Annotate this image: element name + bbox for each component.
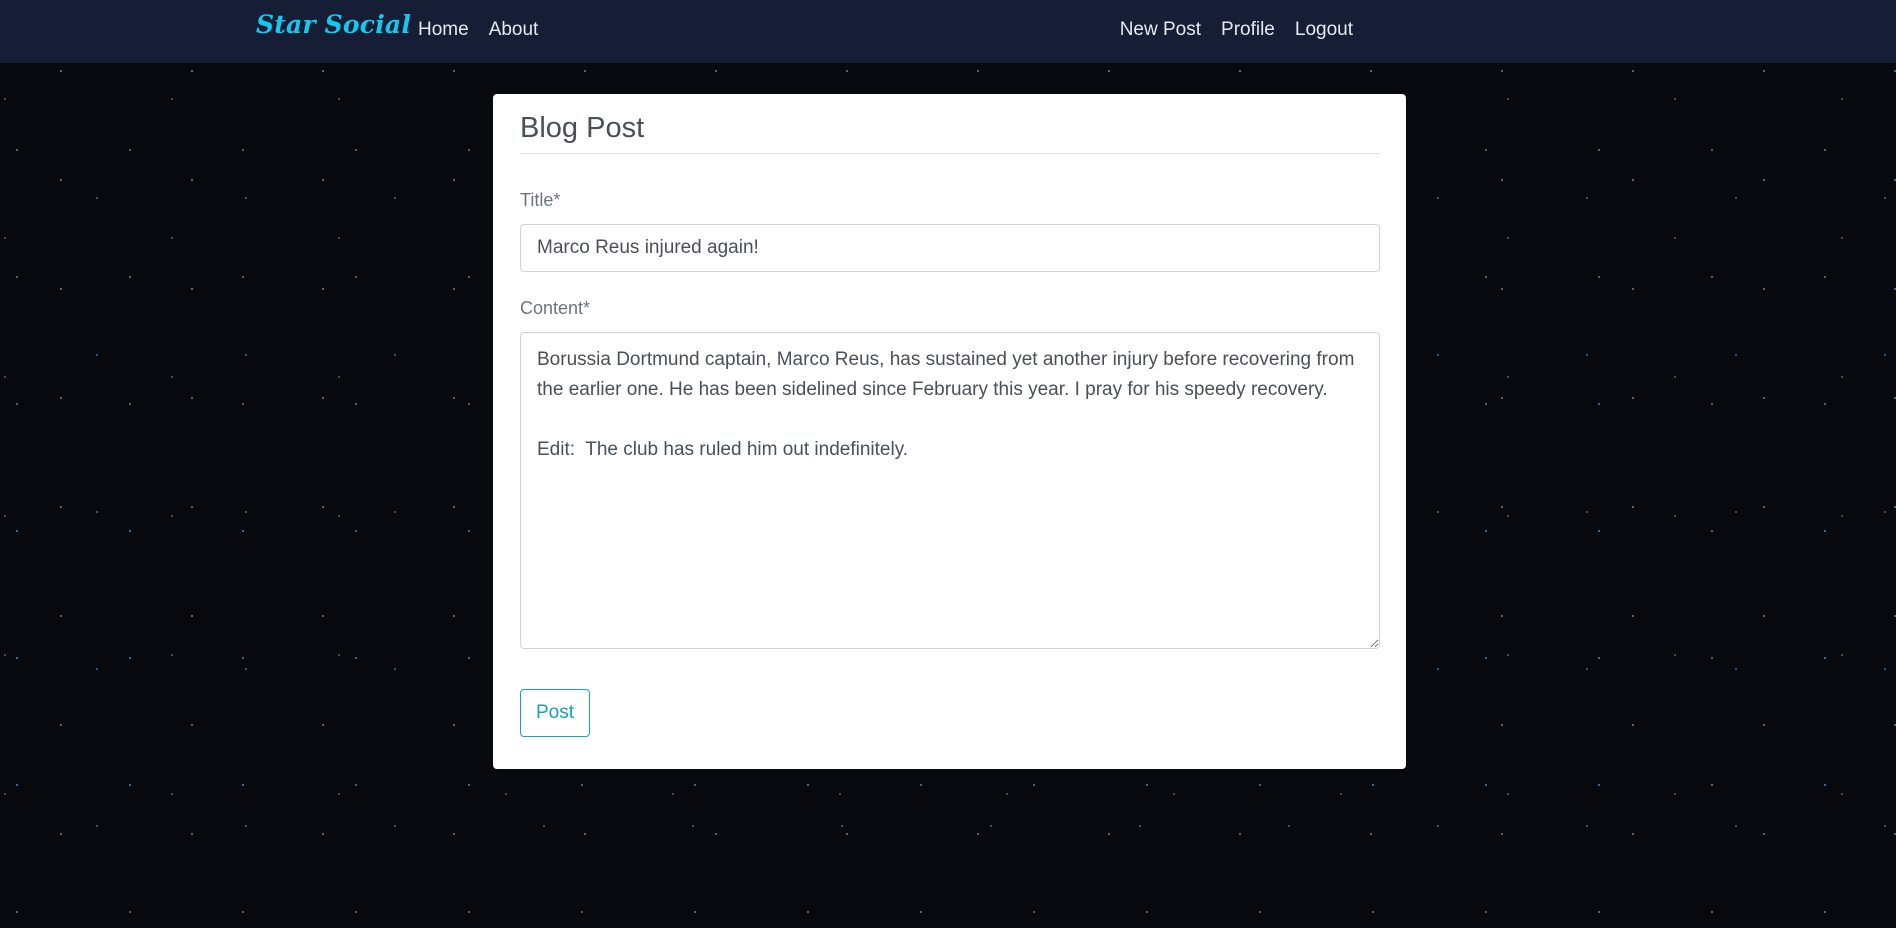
content-field-label: Content* [520, 298, 591, 318]
nav-right-group: New Post Profile Logout [1100, 19, 1353, 41]
page-title: Blog Post [520, 112, 645, 144]
top-navbar: Star Social Home About New Post Profile … [0, 0, 1896, 63]
title-field-label: Title* [520, 190, 561, 210]
content-textarea[interactable]: Borussia Dortmund captain, Marco Reus, h… [520, 332, 1380, 649]
nav-link-home[interactable]: Home [418, 19, 469, 41]
nav-link-logout[interactable]: Logout [1295, 19, 1353, 41]
brand-logo-link[interactable]: Star Social [256, 10, 411, 39]
nav-link-profile[interactable]: Profile [1221, 19, 1275, 41]
blog-post-form-card: Blog Post Title* Content* Borussia Dortm… [493, 94, 1406, 769]
nav-link-new-post[interactable]: New Post [1120, 19, 1201, 41]
title-input[interactable] [520, 224, 1380, 272]
title-divider [520, 153, 1380, 154]
post-button[interactable]: Post [520, 689, 590, 737]
nav-link-about[interactable]: About [489, 19, 539, 41]
nav-left-group: Home About [418, 19, 558, 41]
